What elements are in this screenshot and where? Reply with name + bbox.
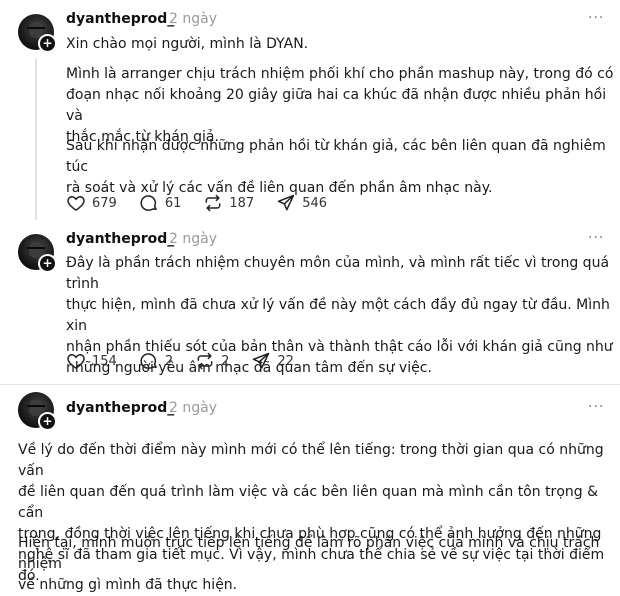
share-count: 22 <box>277 353 294 369</box>
timestamp[interactable]: 2 ngày <box>169 11 217 27</box>
reply-count: 61 <box>164 195 182 211</box>
avatar-glasses <box>27 405 45 411</box>
avatar[interactable]: + <box>18 392 57 431</box>
timestamp[interactable]: 2 ngày <box>169 400 217 416</box>
heart-icon <box>67 195 85 211</box>
avatar-glasses <box>27 247 45 253</box>
reply-button[interactable]: 2 <box>139 351 173 371</box>
timestamp[interactable]: 2 ngày <box>169 231 217 247</box>
avatar[interactable]: + <box>18 234 57 273</box>
reply-count: 2 <box>164 353 174 369</box>
share-count: 546 <box>302 195 328 211</box>
username[interactable]: dyantheprod_ <box>66 11 174 27</box>
like-count: 679 <box>92 195 117 211</box>
send-icon <box>277 194 295 211</box>
more-options-icon[interactable]: ··· <box>588 399 604 415</box>
post-text-paragraph: Xin chào mọi người, mình là DYAN. <box>66 36 309 52</box>
repost-icon <box>205 194 221 212</box>
repost-icon <box>197 352 213 370</box>
share-button[interactable]: 22 <box>251 351 294 371</box>
post-divider <box>0 384 620 385</box>
like-button[interactable]: 154 <box>66 351 117 371</box>
comment-icon <box>140 353 157 369</box>
more-options-icon[interactable]: ··· <box>588 10 604 26</box>
thread-line <box>35 58 37 220</box>
send-icon <box>253 352 270 369</box>
share-button[interactable]: 546 <box>276 193 327 213</box>
repost-button[interactable]: 187 <box>203 193 254 213</box>
username[interactable]: dyantheprod_ <box>66 231 174 247</box>
like-button[interactable]: 679 <box>66 193 117 213</box>
like-count: 154 <box>92 353 117 369</box>
heart-icon <box>67 353 85 369</box>
follow-plus-icon[interactable]: + <box>38 412 57 431</box>
reply-button[interactable]: 61 <box>139 193 182 213</box>
avatar-glasses <box>27 27 45 33</box>
post-text-paragraph: Sau khi nhận được những phản hồi từ khán… <box>66 138 606 196</box>
follow-plus-icon[interactable]: + <box>38 254 57 273</box>
more-options-icon[interactable]: ··· <box>588 230 604 246</box>
post-actions: 679 61 187 546 <box>66 193 349 213</box>
post-actions: 154 2 2 22 <box>66 351 316 371</box>
repost-count: 187 <box>229 195 255 211</box>
username[interactable]: dyantheprod_ <box>66 400 174 416</box>
follow-plus-icon[interactable]: + <box>38 34 57 53</box>
repost-count: 2 <box>221 353 230 369</box>
repost-button[interactable]: 2 <box>195 351 229 371</box>
comment-icon <box>140 195 157 211</box>
post-text-paragraph: Hiện tại, mình muốn trực tiếp lên tiếng … <box>18 535 600 593</box>
avatar[interactable]: + <box>18 14 57 53</box>
